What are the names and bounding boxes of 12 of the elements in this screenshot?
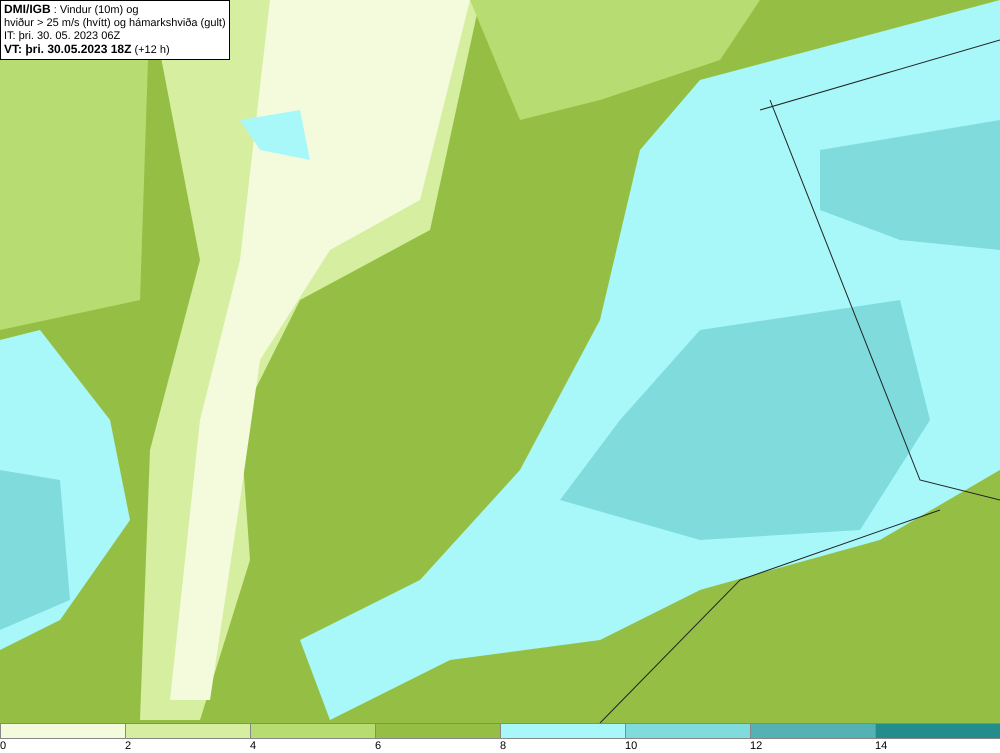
legend-tick-label: 10 [625, 740, 638, 753]
info-text: IT: þri. 30. 05. 2023 06Z [4, 30, 122, 43]
legend-tick-label: 6 [375, 740, 382, 753]
legend-tick-label: 12 [750, 740, 762, 753]
info-text: VT: þri. 30.05.2023 18Z (+12 h) [4, 43, 171, 57]
info-text: hviður > 25 m/s (hvítt) og hámarkshviða (gult) [4, 17, 226, 30]
legend-tick-label: 8 [500, 740, 506, 753]
info-text: DMI/IGB : Vindur (10m) og [4, 3, 140, 17]
legend-tick-label: 0 [0, 740, 6, 753]
legend-tick-label: 4 [250, 740, 256, 753]
legend-tick-label: 2 [125, 740, 132, 753]
legend-tick-label: 14 [875, 740, 888, 753]
